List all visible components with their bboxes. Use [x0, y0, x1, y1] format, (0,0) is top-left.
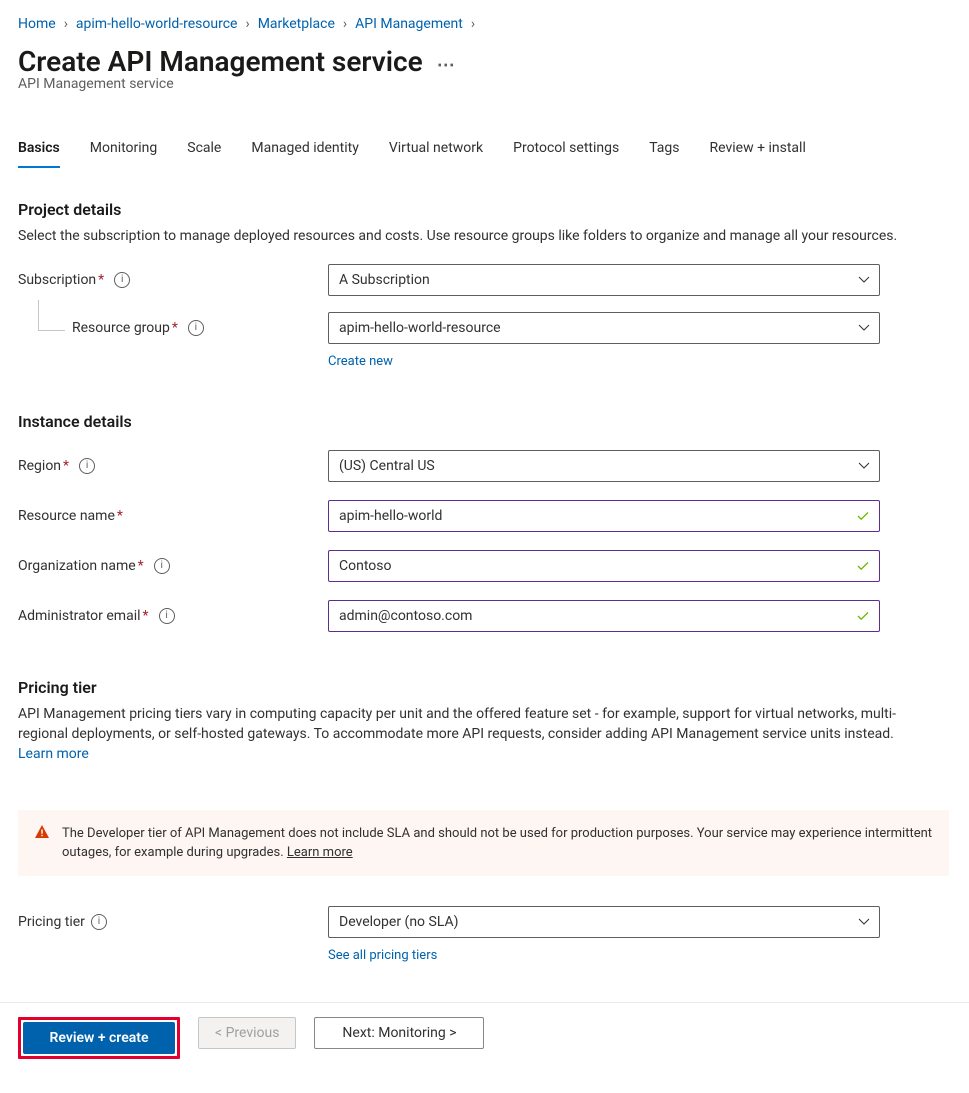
- review-create-highlight: Review + create: [18, 1017, 180, 1059]
- tabs: Basics Monitoring Scale Managed identity…: [18, 138, 949, 168]
- subscription-value: A Subscription: [339, 270, 430, 290]
- organization-name-label: Organization name: [18, 556, 136, 576]
- breadcrumb: Home › apim-hello-world-resource › Marke…: [18, 14, 949, 34]
- breadcrumb-resource[interactable]: apim-hello-world-resource: [76, 14, 238, 34]
- info-icon[interactable]: i: [188, 320, 204, 336]
- project-details-description: Select the subscription to manage deploy…: [18, 226, 918, 246]
- pricing-tier-label: Pricing tier: [18, 912, 85, 932]
- resource-name-value: apim-hello-world: [339, 506, 442, 526]
- region-select[interactable]: (US) Central US: [328, 450, 880, 482]
- section-project-details: Project details: [18, 200, 949, 220]
- breadcrumb-marketplace[interactable]: Marketplace: [258, 14, 335, 34]
- required-icon: *: [138, 556, 144, 576]
- previous-button[interactable]: < Previous: [198, 1017, 296, 1049]
- more-menu-icon[interactable]: ⋯: [437, 57, 457, 75]
- checkmark-icon: [856, 609, 870, 623]
- required-icon: *: [117, 506, 123, 526]
- chevron-down-icon: [858, 460, 870, 472]
- tab-monitoring[interactable]: Monitoring: [90, 138, 158, 168]
- pricing-tier-warning-learn-more[interactable]: Learn more: [287, 845, 353, 860]
- see-all-pricing-tiers-link[interactable]: See all pricing tiers: [328, 948, 437, 963]
- info-icon[interactable]: i: [79, 458, 95, 474]
- pricing-tier-warning: The Developer tier of API Management doe…: [18, 810, 949, 876]
- organization-name-input[interactable]: Contoso: [328, 550, 880, 582]
- required-icon: *: [143, 606, 149, 626]
- admin-email-input[interactable]: admin@contoso.com: [328, 600, 880, 632]
- required-icon: *: [63, 456, 69, 476]
- tab-virtual-network[interactable]: Virtual network: [389, 138, 483, 168]
- chevron-right-icon: ›: [339, 14, 351, 34]
- tab-scale[interactable]: Scale: [187, 138, 221, 168]
- info-icon[interactable]: i: [91, 914, 107, 930]
- organization-name-value: Contoso: [339, 556, 391, 576]
- page-title: Create API Management service: [18, 52, 423, 72]
- warning-icon: [34, 824, 50, 840]
- chevron-right-icon: ›: [241, 14, 253, 34]
- resource-group-select[interactable]: apim-hello-world-resource: [328, 312, 880, 344]
- info-icon[interactable]: i: [159, 608, 175, 624]
- subscription-label: Subscription: [18, 270, 96, 290]
- region-label: Region: [18, 456, 61, 476]
- pricing-tier-select[interactable]: Developer (no SLA): [328, 906, 880, 938]
- pricing-learn-more-link[interactable]: Learn more: [18, 746, 89, 762]
- chevron-right-icon: ›: [467, 14, 479, 34]
- section-pricing-tier: Pricing tier: [18, 678, 949, 698]
- pricing-tier-warning-text: The Developer tier of API Management doe…: [62, 826, 932, 860]
- required-icon: *: [172, 318, 178, 338]
- required-icon: *: [98, 270, 104, 290]
- checkmark-icon: [856, 559, 870, 573]
- tab-basics[interactable]: Basics: [18, 138, 60, 168]
- resource-group-label: Resource group: [72, 318, 170, 338]
- resource-name-label: Resource name: [18, 506, 115, 526]
- checkmark-icon: [856, 509, 870, 523]
- tree-line: [38, 300, 65, 331]
- pricing-tier-value: Developer (no SLA): [339, 912, 459, 932]
- chevron-down-icon: [858, 274, 870, 286]
- chevron-down-icon: [858, 322, 870, 334]
- resource-group-value: apim-hello-world-resource: [339, 318, 501, 338]
- tab-protocol-settings[interactable]: Protocol settings: [513, 138, 619, 168]
- breadcrumb-home[interactable]: Home: [18, 14, 56, 34]
- next-button[interactable]: Next: Monitoring >: [314, 1017, 484, 1049]
- create-new-resource-group-link[interactable]: Create new: [328, 354, 393, 369]
- chevron-down-icon: [858, 916, 870, 928]
- region-value: (US) Central US: [339, 456, 435, 476]
- info-icon[interactable]: i: [114, 272, 130, 288]
- page-title-row: Create API Management service ⋯: [18, 52, 949, 72]
- resource-name-input[interactable]: apim-hello-world: [328, 500, 880, 532]
- info-icon[interactable]: i: [154, 558, 170, 574]
- tab-review-install[interactable]: Review + install: [710, 138, 806, 168]
- subscription-select[interactable]: A Subscription: [328, 264, 880, 296]
- breadcrumb-apimanagement[interactable]: API Management: [355, 14, 463, 34]
- tab-managed-identity[interactable]: Managed identity: [251, 138, 358, 168]
- tab-tags[interactable]: Tags: [649, 138, 679, 168]
- section-instance-details: Instance details: [18, 412, 949, 432]
- admin-email-label: Administrator email: [18, 606, 141, 626]
- admin-email-value: admin@contoso.com: [339, 606, 472, 626]
- pricing-tier-description-text: API Management pricing tiers vary in com…: [18, 706, 896, 742]
- pricing-tier-description: API Management pricing tiers vary in com…: [18, 704, 918, 764]
- review-create-button[interactable]: Review + create: [23, 1022, 175, 1054]
- chevron-right-icon: ›: [60, 14, 72, 34]
- footer-buttons: Review + create < Previous Next: Monitor…: [18, 1003, 949, 1079]
- page-subtitle: API Management service: [18, 74, 949, 94]
